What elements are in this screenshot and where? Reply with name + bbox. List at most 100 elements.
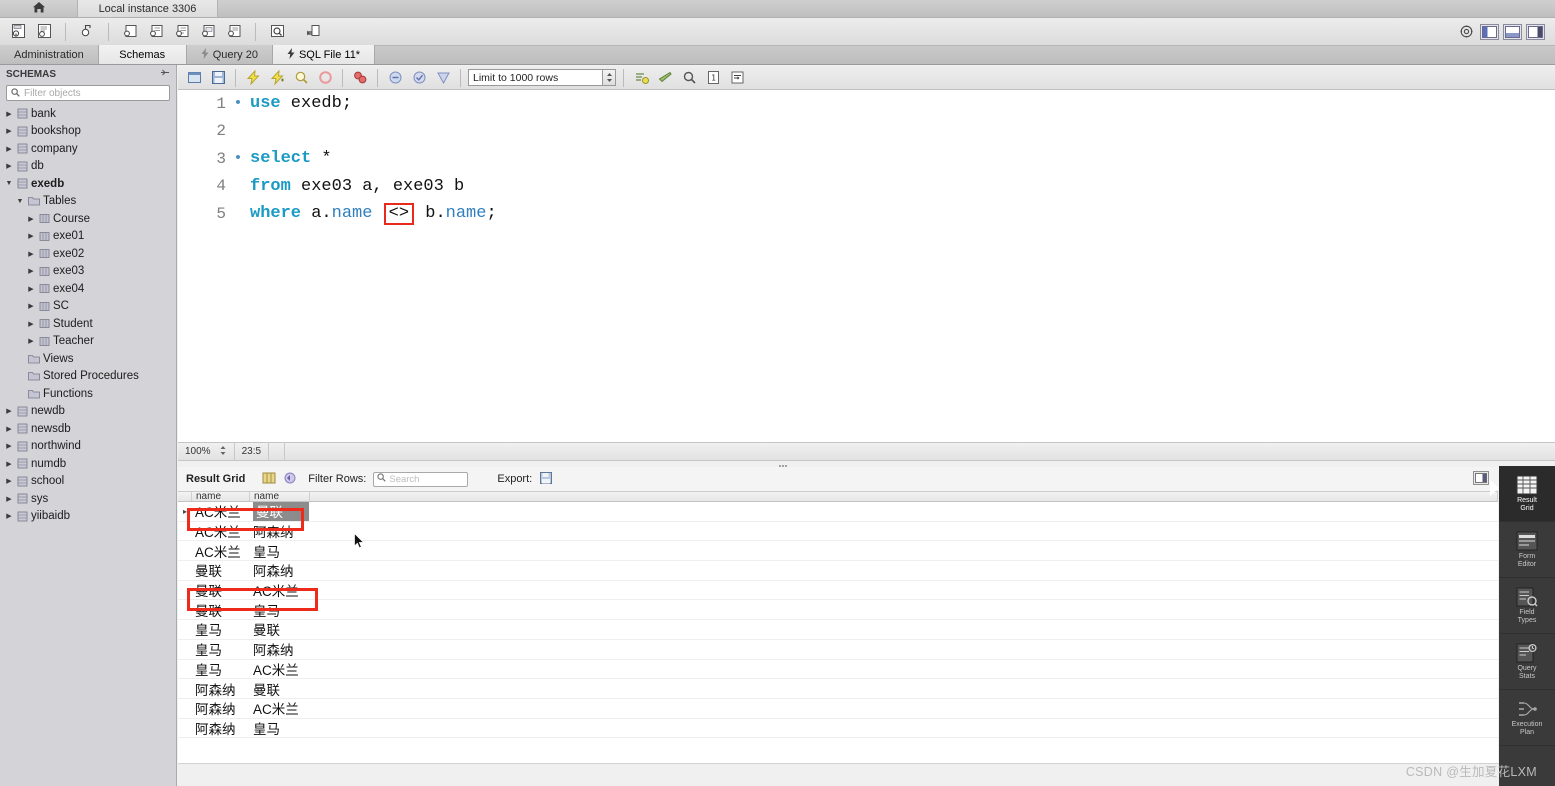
tree-item-exe04[interactable]: ▶ exe04 bbox=[0, 280, 176, 298]
toggle-result-panel-button[interactable] bbox=[1473, 471, 1489, 485]
code-line-2[interactable]: 2 bbox=[178, 118, 1555, 146]
chevron-right-icon[interactable]: ▶ bbox=[4, 145, 14, 153]
new-query-tab-icon[interactable] bbox=[120, 22, 140, 42]
code-line-text[interactable]: use exedb; bbox=[250, 94, 352, 113]
wrap-lines-icon[interactable] bbox=[727, 68, 747, 88]
result-view-execution-plan[interactable]: Execution Plan bbox=[1499, 690, 1555, 746]
chevron-right-icon[interactable]: ▶ bbox=[4, 477, 14, 485]
table-row[interactable]: 皇马 阿森纳 bbox=[178, 640, 1498, 660]
chevron-right-icon[interactable]: ▶ bbox=[26, 337, 36, 345]
commit-icon[interactable] bbox=[409, 68, 429, 88]
result-view-form-editor[interactable]: Form Editor bbox=[1499, 522, 1555, 578]
zoom-level[interactable]: 100% bbox=[178, 442, 235, 461]
cell-name-1[interactable]: 阿森纳 bbox=[192, 718, 250, 738]
row-limit-select[interactable]: Limit to 1000 rows bbox=[468, 69, 616, 86]
sql-editor[interactable]: 1 • use exedb; 2 3 • select * 4 from exe03 a, ex… bbox=[178, 90, 1555, 442]
tree-item-exe02[interactable]: ▶ exe02 bbox=[0, 245, 176, 263]
chevron-right-icon[interactable]: ▶ bbox=[4, 162, 14, 170]
cell-name-1[interactable]: AC米兰 bbox=[192, 541, 250, 561]
cell-name-2[interactable]: 阿森纳 bbox=[250, 521, 310, 541]
open-sql-script-icon[interactable] bbox=[34, 22, 54, 42]
chevron-right-icon[interactable]: ▶ bbox=[4, 495, 14, 503]
table-row[interactable]: 阿森纳 曼联 bbox=[178, 679, 1498, 699]
table-row[interactable]: 阿森纳 AC米兰 bbox=[178, 699, 1498, 719]
tab-administration[interactable]: Administration bbox=[0, 45, 99, 64]
filter-rows-box[interactable] bbox=[373, 471, 469, 487]
table-row[interactable]: 曼联 皇马 bbox=[178, 600, 1498, 621]
home-tab[interactable] bbox=[0, 0, 78, 17]
tree-item-yiibaidb[interactable]: ▶ yiibaidb bbox=[0, 508, 176, 526]
collapse-all-icon[interactable] bbox=[160, 68, 170, 80]
tree-item-numdb[interactable]: ▶ numdb bbox=[0, 455, 176, 473]
explain-icon[interactable] bbox=[291, 68, 311, 88]
cell-name-2[interactable]: 皇马 bbox=[250, 718, 310, 738]
execute-current-icon[interactable] bbox=[267, 68, 287, 88]
chevron-right-icon[interactable]: ▶ bbox=[26, 285, 36, 293]
tree-item-views[interactable]: ▶Views bbox=[0, 350, 176, 368]
open-connection-icon[interactable] bbox=[77, 22, 97, 42]
tree-item-sys[interactable]: ▶ sys bbox=[0, 490, 176, 508]
toggle-breakpoint-icon[interactable] bbox=[350, 68, 370, 88]
chevron-right-icon[interactable]: ▶ bbox=[4, 110, 14, 118]
new-schema-icon[interactable] bbox=[8, 22, 28, 42]
chevron-right-icon[interactable]: ▶ bbox=[4, 425, 14, 433]
table-row[interactable]: 曼联 阿森纳 bbox=[178, 561, 1498, 581]
search-icon[interactable] bbox=[267, 22, 287, 42]
filter-rows-input[interactable] bbox=[389, 473, 465, 485]
autocomplete-icon[interactable] bbox=[631, 68, 651, 88]
code-line-1[interactable]: 1 • use exedb; bbox=[178, 90, 1555, 118]
server-status-icon[interactable] bbox=[224, 22, 244, 42]
zoom-spinner-icon[interactable] bbox=[219, 445, 227, 459]
tree-item-db[interactable]: ▶ db bbox=[0, 158, 176, 176]
rollback-icon[interactable] bbox=[433, 68, 453, 88]
cell-name-1[interactable]: AC米兰 bbox=[192, 521, 250, 541]
chevron-down-icon[interactable]: ▼ bbox=[4, 180, 14, 187]
table-row[interactable]: ▸ AC米兰 曼联 bbox=[178, 501, 1498, 522]
code-line-5[interactable]: 5 where a.name <> b.name; bbox=[178, 200, 1555, 228]
tree-item-tables[interactable]: ▼ Tables bbox=[0, 193, 176, 211]
column-header-name-2[interactable]: name bbox=[250, 492, 310, 501]
refresh-icon[interactable] bbox=[283, 471, 297, 488]
table-row[interactable]: 阿森纳 皇马 bbox=[178, 719, 1498, 739]
chevron-right-icon[interactable]: ▶ bbox=[4, 460, 14, 468]
chevron-down-icon[interactable]: ▼ bbox=[15, 198, 25, 205]
cell-name-1[interactable]: 皇马 bbox=[192, 620, 250, 640]
chevron-right-icon[interactable]: ▶ bbox=[26, 302, 36, 310]
tree-item-bank[interactable]: ▶ bank bbox=[0, 105, 176, 123]
execute-icon[interactable] bbox=[243, 68, 263, 88]
code-line-3[interactable]: 3 • select * bbox=[178, 145, 1555, 173]
toggle-output-icon[interactable] bbox=[1503, 23, 1522, 40]
cell-name-1[interactable]: AC米兰 bbox=[192, 502, 250, 522]
instance-tab[interactable]: Local instance 3306 bbox=[78, 0, 218, 17]
tab-schemas[interactable]: Schemas bbox=[98, 45, 187, 64]
table-row[interactable]: AC米兰 阿森纳 bbox=[178, 522, 1498, 542]
result-grid-body[interactable]: ▸ AC米兰 曼联 AC米兰 阿森纳 AC米兰 皇马 曼联 阿森纳 曼联 AC米兰 曼联 皇马 皇马 曼联皇… bbox=[178, 501, 1498, 739]
tree-item-bookshop[interactable]: ▶ bookshop bbox=[0, 123, 176, 141]
cell-name-1[interactable]: 阿森纳 bbox=[192, 698, 250, 718]
tree-item-student[interactable]: ▶ Student bbox=[0, 315, 176, 333]
chevron-right-icon[interactable]: ▶ bbox=[4, 127, 14, 135]
find-icon[interactable] bbox=[679, 68, 699, 88]
invisible-chars-icon[interactable]: 1 bbox=[703, 68, 723, 88]
cell-name-1[interactable]: 阿森纳 bbox=[192, 679, 250, 699]
result-view-result-grid[interactable]: Result Grid bbox=[1499, 466, 1555, 522]
cell-name-2[interactable]: 曼联 bbox=[250, 679, 310, 699]
cell-name-2[interactable]: 阿森纳 bbox=[250, 639, 310, 659]
tree-item-northwind[interactable]: ▶ northwind bbox=[0, 438, 176, 456]
table-row[interactable]: 皇马 曼联 bbox=[178, 620, 1498, 640]
tree-item-exe03[interactable]: ▶ exe03 bbox=[0, 263, 176, 281]
sql-code-area[interactable]: 1 • use exedb; 2 3 • select * 4 from exe03 a, ex… bbox=[178, 90, 1555, 442]
gear-icon[interactable] bbox=[1456, 22, 1476, 42]
beautify-icon[interactable] bbox=[655, 68, 675, 88]
cell-name-2[interactable]: AC米兰 bbox=[250, 659, 310, 679]
code-line-4[interactable]: 4 from exe03 a, exe03 b bbox=[178, 173, 1555, 201]
chevron-right-icon[interactable]: ▶ bbox=[26, 232, 36, 240]
stop-on-error-icon[interactable] bbox=[385, 68, 405, 88]
cell-name-2[interactable]: 曼联 bbox=[250, 620, 310, 640]
table-row[interactable]: 曼联 AC米兰 bbox=[178, 581, 1498, 601]
manage-connections-icon[interactable] bbox=[198, 22, 218, 42]
stop-icon[interactable] bbox=[315, 68, 335, 88]
result-view-field-types[interactable]: Field Types bbox=[1499, 578, 1555, 634]
cell-name-1[interactable]: 曼联 bbox=[192, 580, 250, 600]
export-icon[interactable] bbox=[539, 471, 553, 488]
